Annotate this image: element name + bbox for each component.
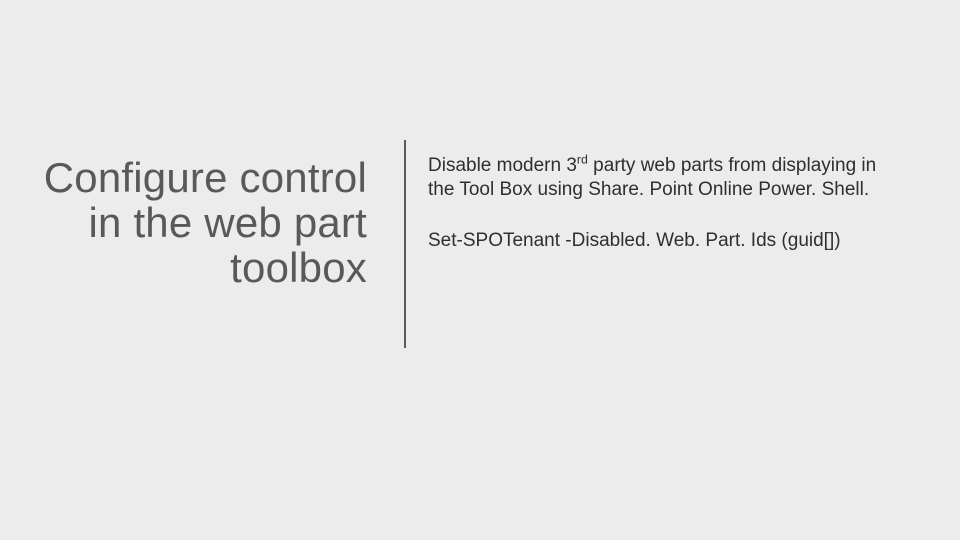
body-column: Disable modern 3rd party web parts from … (428, 154, 898, 252)
body-paragraph: Disable modern 3rd party web parts from … (428, 154, 898, 202)
vertical-divider (404, 140, 406, 348)
powershell-command: Set-SPOTenant -Disabled. Web. Part. Ids … (428, 230, 898, 252)
slide: Configure control in the web part toolbo… (0, 0, 960, 540)
slide-title: Configure control in the web part toolbo… (0, 156, 367, 291)
ordinal-superscript: rd (577, 153, 588, 167)
body-paragraph-prefix: Disable modern 3 (428, 155, 577, 176)
title-column: Configure control in the web part toolbo… (0, 156, 385, 291)
